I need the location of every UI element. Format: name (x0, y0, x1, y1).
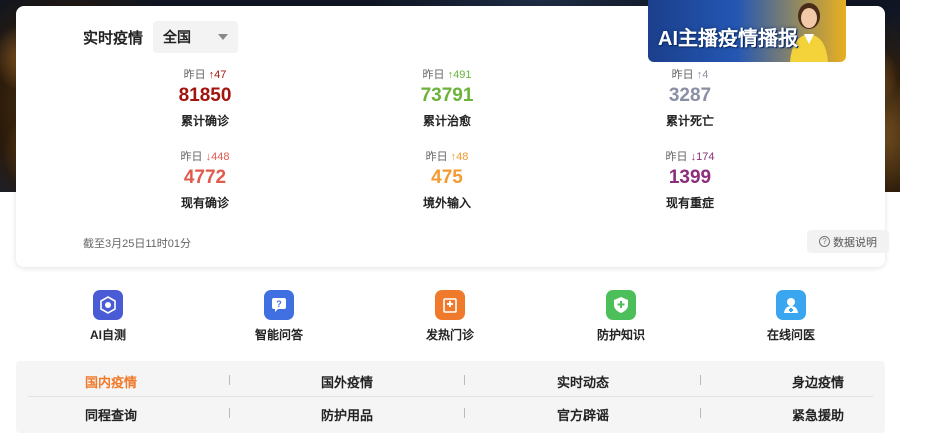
nav-separator (700, 408, 701, 418)
data-note-label: 数据说明 (833, 236, 877, 249)
stat-label: 现有重症 (665, 196, 714, 210)
stat-delta: 昨日 ↑4 (630, 66, 750, 82)
stat-current-confirmed: 昨日 ↓448 4772 现有确诊 (145, 148, 265, 211)
page-title: 实时疫情 (83, 29, 144, 47)
nav-item-domestic[interactable]: 国内疫情 (51, 372, 171, 391)
section-nav: 国内疫情 国外疫情 实时动态 身边疫情 同程查询 防护用品 官方辟谣 紧急援助 (16, 361, 885, 433)
banner-title: AI主播疫情播报 (658, 28, 798, 50)
stat-value: 3287 (668, 85, 712, 106)
stat-value: 4772 (183, 167, 227, 188)
tool-protection-knowledge[interactable]: 防护知识 (571, 290, 671, 343)
stat-value: 73791 (420, 85, 474, 106)
stat-label: 累计治愈 (422, 114, 471, 128)
title-row: 实时疫情 全国 (83, 21, 239, 53)
stat-value: 1399 (668, 167, 712, 188)
tool-label: 在线问医 (766, 328, 815, 342)
stat-value: 81850 (178, 85, 232, 106)
delta-label: 昨日 (180, 151, 203, 163)
stat-label: 累计确诊 (180, 114, 229, 128)
update-timestamp: 截至3月25日11时01分 (83, 238, 192, 250)
delta-label: 昨日 (665, 151, 688, 163)
nav-divider (28, 396, 873, 397)
stat-severe: 昨日 ↓174 1399 现有重症 (630, 148, 750, 211)
chat-question-icon: ? (264, 290, 294, 320)
region-select-value: 全国 (163, 29, 192, 45)
delta-value: 491 (453, 69, 472, 81)
delta-value: 48 (456, 151, 469, 163)
tool-smart-qa[interactable]: ? 智能问答 (229, 290, 329, 343)
tool-shortcuts: AI自测 ? 智能问答 发热门诊 防护知识 在线问医 (0, 290, 930, 348)
nav-separator (229, 408, 230, 418)
stat-cumulative-confirmed: 昨日 ↑47 81850 累计确诊 (145, 66, 265, 129)
stat-cumulative-cured: 昨日 ↑491 73791 累计治愈 (387, 66, 507, 129)
nav-separator (464, 408, 465, 418)
delta-label: 昨日 (425, 151, 448, 163)
stat-imported: 昨日 ↑48 475 境外输入 (387, 148, 507, 211)
nav-item-trip-check[interactable]: 同程查询 (51, 405, 171, 424)
stat-delta: 昨日 ↑491 (387, 66, 507, 82)
delta-value: 4 (702, 69, 709, 81)
nav-item-nearby[interactable]: 身边疫情 (758, 372, 878, 391)
tool-label: AI自测 (89, 328, 126, 342)
svg-text:?: ? (276, 299, 282, 309)
stats-card: 实时疫情 全国 AI主播疫情播报 昨日 ↑47 81850 累计确诊 昨日 ↑4… (16, 0, 889, 267)
tool-online-doctor[interactable]: 在线问医 (741, 290, 841, 343)
nav-item-emergency-aid[interactable]: 紧急援助 (758, 405, 878, 424)
tool-label: 发热门诊 (425, 328, 474, 342)
tool-ai-test[interactable]: AI自测 (58, 290, 158, 343)
nav-item-rumor-debunk[interactable]: 官方辟谣 (523, 405, 643, 424)
stat-delta: 昨日 ↑48 (387, 148, 507, 164)
delta-label: 昨日 (183, 69, 206, 81)
stat-delta: 昨日 ↓174 (630, 148, 750, 164)
region-select[interactable]: 全国 (153, 21, 239, 53)
doctor-icon (776, 290, 806, 320)
delta-value: 47 (214, 69, 227, 81)
data-note-button[interactable]: ? 数据说明 (807, 230, 889, 253)
delta-value: 174 (696, 151, 715, 163)
stat-label: 境外输入 (422, 196, 471, 210)
delta-value: 448 (211, 151, 230, 163)
nav-separator (229, 375, 230, 385)
stat-cumulative-deaths: 昨日 ↑4 3287 累计死亡 (630, 66, 750, 129)
shield-icon (606, 290, 636, 320)
ai-anchor-banner[interactable]: AI主播疫情播报 (648, 0, 846, 62)
stat-delta: 昨日 ↓448 (145, 148, 265, 164)
nav-item-protective-supplies[interactable]: 防护用品 (287, 405, 407, 424)
hospital-icon (435, 290, 465, 320)
tool-label: 智能问答 (254, 328, 303, 342)
delta-label: 昨日 (671, 69, 694, 81)
stat-delta: 昨日 ↑47 (145, 66, 265, 82)
ai-test-icon (93, 290, 123, 320)
question-circle-icon: ? (819, 236, 830, 247)
nav-separator (464, 375, 465, 385)
delta-label: 昨日 (422, 69, 445, 81)
stat-label: 现有确诊 (180, 196, 229, 210)
stat-label: 累计死亡 (665, 114, 714, 128)
nav-separator (700, 375, 701, 385)
nav-item-overseas[interactable]: 国外疫情 (287, 372, 407, 391)
tool-fever-clinic[interactable]: 发热门诊 (400, 290, 500, 343)
tool-label: 防护知识 (596, 328, 645, 342)
stat-value: 475 (431, 167, 463, 188)
page-root: 实时疫情 全国 AI主播疫情播报 昨日 ↑47 81850 累计确诊 昨日 ↑4… (0, 0, 930, 443)
chevron-down-icon (218, 34, 229, 40)
nav-item-live-updates[interactable]: 实时动态 (523, 372, 643, 391)
